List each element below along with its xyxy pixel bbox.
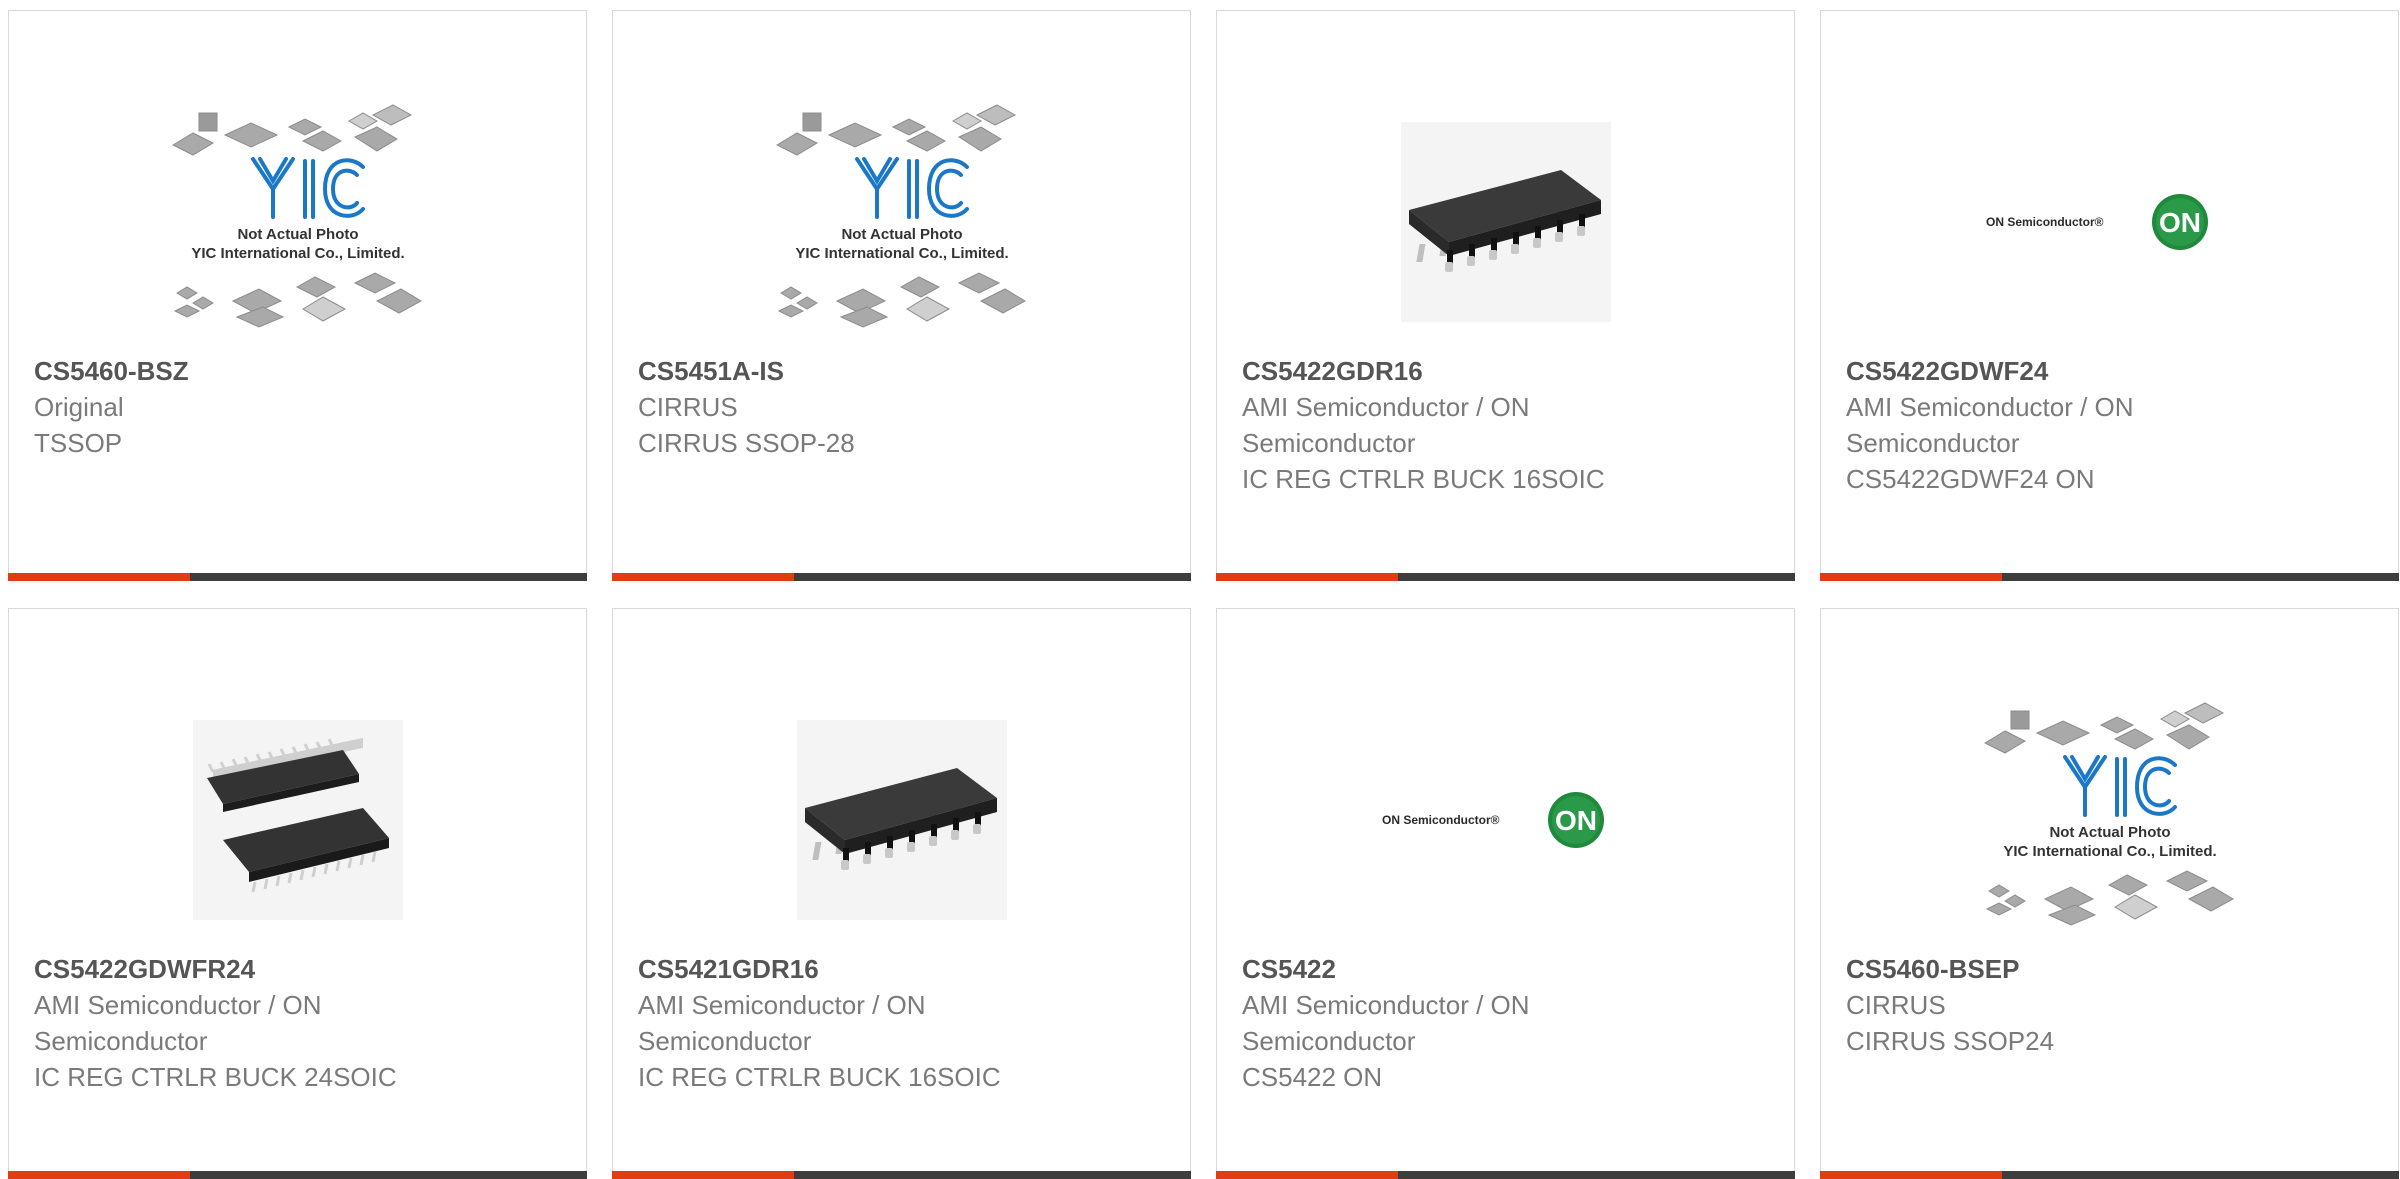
part-number-link[interactable]: CS5422GDWF24 <box>1846 353 2378 389</box>
product-info: CS5421GDR16 AMI Semiconductor / ON Semic… <box>638 951 1170 1095</box>
card-bottom-accent <box>612 1171 794 1179</box>
photo-caption-line2: YIC International Co., Limited. <box>2003 843 2216 860</box>
product-card[interactable]: CS5421GDR16 AMI Semiconductor / ON Semic… <box>612 608 1191 1179</box>
product-card[interactable]: ON Semiconductor® ON CS5422GDWF24 AMI Se… <box>1820 10 2399 581</box>
manufacturer-text: AMI Semiconductor / ON Semiconductor <box>1242 392 1530 458</box>
part-number-link[interactable]: CS5422 <box>1242 951 1774 987</box>
on-semiconductor-logo: ON Semiconductor® ON <box>1382 792 1604 848</box>
manufacturer-text: CIRRUS <box>638 392 738 422</box>
logo-name-text: ON Semiconductor® <box>1382 813 1500 827</box>
photo-caption-line2: YIC International Co., Limited. <box>191 245 404 262</box>
product-photo[interactable]: Not Actual Photo YIC International Co., … <box>613 97 1190 347</box>
product-photo[interactable]: ON Semiconductor® ON <box>1217 695 1794 945</box>
description-text: CIRRUS SSOP-28 <box>638 428 855 458</box>
not-actual-photo-placeholder: Not Actual Photo YIC International Co., … <box>1983 702 2234 926</box>
manufacturer-text: CIRRUS <box>1846 990 1946 1020</box>
product-grid: Not Actual Photo YIC International Co., … <box>8 10 2399 1179</box>
manufacturer-text: AMI Semiconductor / ON Semiconductor <box>1242 990 1530 1056</box>
on-logo-badge-text: ON <box>2159 207 2201 238</box>
product-info: CS5460-BSEP CIRRUS CIRRUS SSOP24 <box>1846 951 2378 1059</box>
card-bottom-bar <box>8 1171 587 1179</box>
card-bottom-accent <box>8 1171 190 1179</box>
description-text: CIRRUS SSOP24 <box>1846 1026 2055 1056</box>
not-actual-photo-placeholder: Not Actual Photo YIC International Co., … <box>775 104 1026 328</box>
product-info: CS5422 AMI Semiconductor / ON Semiconduc… <box>1242 951 1774 1095</box>
part-number-link[interactable]: CS5451A-IS <box>638 353 1170 389</box>
product-photo[interactable] <box>613 695 1190 945</box>
on-semiconductor-logo: ON Semiconductor® ON <box>1986 194 2208 250</box>
part-number-link[interactable]: CS5422GDWFR24 <box>34 951 566 987</box>
photo-caption-line1: Not Actual Photo <box>237 226 358 243</box>
product-card[interactable]: CS5422GDWFR24 AMI Semiconductor / ON Sem… <box>8 608 587 1179</box>
logo-name-text: ON Semiconductor® <box>1986 215 2104 229</box>
photo-caption-line1: Not Actual Photo <box>841 226 962 243</box>
description-text: IC REG CTRLR BUCK 24SOIC <box>34 1062 397 1092</box>
product-info: CS5451A-IS CIRRUS CIRRUS SSOP-28 <box>638 353 1170 461</box>
product-info: CS5422GDWFR24 AMI Semiconductor / ON Sem… <box>34 951 566 1095</box>
product-info: CS5422GDR16 AMI Semiconductor / ON Semic… <box>1242 353 1774 497</box>
card-bottom-bar <box>612 1171 1191 1179</box>
card-bottom-accent <box>1820 1171 2002 1179</box>
product-card[interactable]: CS5422GDR16 AMI Semiconductor / ON Semic… <box>1216 10 1795 581</box>
part-number-link[interactable]: CS5460-BSEP <box>1846 951 2378 987</box>
manufacturer-text: AMI Semiconductor / ON Semiconductor <box>638 990 926 1056</box>
card-bottom-accent <box>8 573 190 581</box>
product-card[interactable]: Not Actual Photo YIC International Co., … <box>612 10 1191 581</box>
product-info: CS5422GDWF24 AMI Semiconductor / ON Semi… <box>1846 353 2378 497</box>
card-bottom-accent <box>1216 1171 1398 1179</box>
card-bottom-bar <box>1216 1171 1795 1179</box>
photo-caption-line1: Not Actual Photo <box>2049 824 2170 841</box>
description-text: CS5422 ON <box>1242 1062 1383 1092</box>
product-photo[interactable]: Not Actual Photo YIC International Co., … <box>1821 695 2398 945</box>
part-number-link[interactable]: CS5460-BSZ <box>34 353 566 389</box>
product-card[interactable]: Not Actual Photo YIC International Co., … <box>8 10 587 581</box>
soic-chip-photo <box>796 720 1007 920</box>
soic-chip-photo <box>1400 122 1611 322</box>
product-card[interactable]: Not Actual Photo YIC International Co., … <box>1820 608 2399 1179</box>
manufacturer-text: Original <box>34 392 124 422</box>
soic-chip-pair-photo <box>192 720 403 920</box>
manufacturer-text: AMI Semiconductor / ON Semiconductor <box>34 990 322 1056</box>
product-photo[interactable] <box>1217 97 1794 347</box>
description-text: TSSOP <box>34 428 123 458</box>
card-bottom-bar <box>1820 573 2399 581</box>
description-text: CS5422GDWF24 ON <box>1846 464 2095 494</box>
part-number-link[interactable]: CS5421GDR16 <box>638 951 1170 987</box>
card-bottom-bar <box>8 573 587 581</box>
product-photo[interactable]: Not Actual Photo YIC International Co., … <box>9 97 586 347</box>
card-bottom-accent <box>612 573 794 581</box>
part-number-link[interactable]: CS5422GDR16 <box>1242 353 1774 389</box>
not-actual-photo-placeholder: Not Actual Photo YIC International Co., … <box>171 104 422 328</box>
card-bottom-accent <box>1216 573 1398 581</box>
product-card[interactable]: ON Semiconductor® ON CS5422 AMI Semicond… <box>1216 608 1795 1179</box>
manufacturer-text: AMI Semiconductor / ON Semiconductor <box>1846 392 2134 458</box>
card-bottom-bar <box>612 573 1191 581</box>
product-photo[interactable]: ON Semiconductor® ON <box>1821 97 2398 347</box>
description-text: IC REG CTRLR BUCK 16SOIC <box>1242 464 1605 494</box>
product-info: CS5460-BSZ Original TSSOP <box>34 353 566 461</box>
card-bottom-accent <box>1820 573 2002 581</box>
on-logo-badge-text: ON <box>1555 805 1597 836</box>
description-text: IC REG CTRLR BUCK 16SOIC <box>638 1062 1001 1092</box>
card-bottom-bar <box>1820 1171 2399 1179</box>
card-bottom-bar <box>1216 573 1795 581</box>
product-photo[interactable] <box>9 695 586 945</box>
photo-caption-line2: YIC International Co., Limited. <box>795 245 1008 262</box>
